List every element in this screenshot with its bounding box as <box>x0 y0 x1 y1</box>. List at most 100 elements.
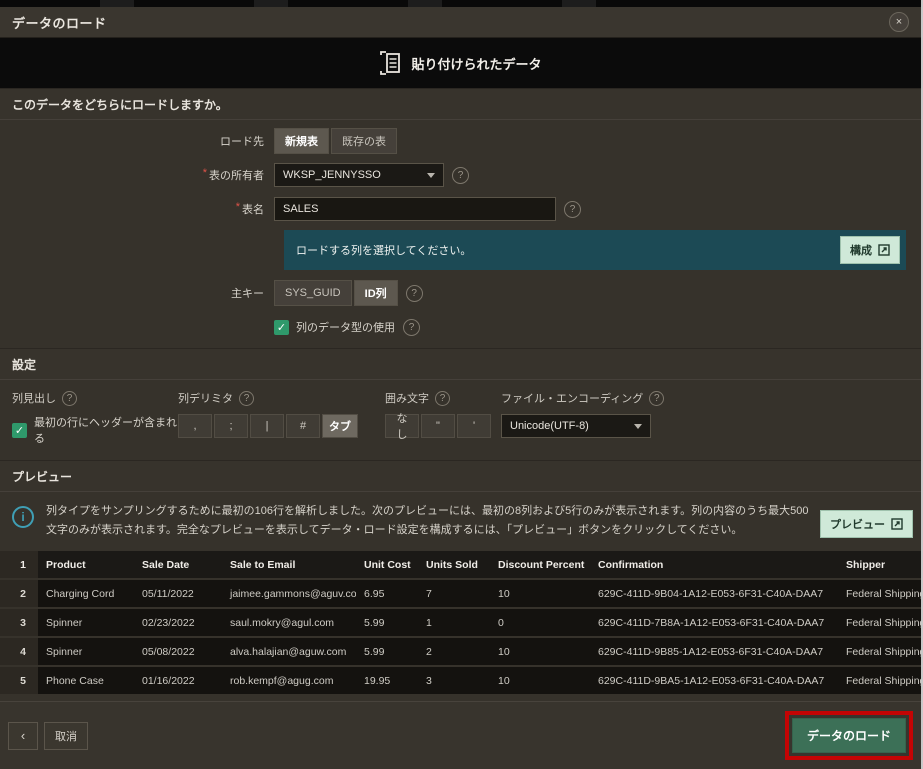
load-to-label: ロード先 <box>0 133 274 149</box>
enclosure-doublequote-button[interactable]: " <box>421 414 455 438</box>
encoding-value: Unicode(UTF-8) <box>510 420 589 432</box>
delimiter-help-icon[interactable]: ? <box>239 391 254 406</box>
pk-sys-guid-button[interactable]: SYS_GUID <box>274 280 352 306</box>
cell-unit-cost: 5.99 <box>356 646 418 658</box>
preview-info: i 列タイプをサンプリングするために最初の106行を解析しました。次のプレビュー… <box>0 492 921 549</box>
enclosure-help-icon[interactable]: ? <box>435 391 450 406</box>
encoding-help-icon[interactable]: ? <box>649 391 664 406</box>
preview-info-text: 列タイプをサンプリングするために最初の106行を解析しました。次のプレビューには… <box>46 502 818 539</box>
table-owner-label: *表の所有者 <box>0 167 274 183</box>
load-to-new-table-button[interactable]: 新規表 <box>274 128 329 154</box>
encoding-label: ファイル・エンコーディング ? <box>501 390 909 406</box>
col-header-units-sold: Units Sold <box>418 559 490 571</box>
enclosure-group: 囲み文字 ? なし " ' <box>385 390 485 438</box>
load-form: ロード先 新規表 既存の表 *表の所有者 WKSP_JENNYSSO ? *表名… <box>0 120 921 348</box>
col-header-unit-cost: Unit Cost <box>356 559 418 571</box>
encoding-select[interactable]: Unicode(UTF-8) <box>501 414 651 438</box>
col-header-confirmation: Confirmation <box>590 559 838 571</box>
configure-button[interactable]: 構成 <box>840 236 900 264</box>
cell-sale-date: 01/16/2022 <box>134 675 222 687</box>
load-to-existing-table-button[interactable]: 既存の表 <box>331 128 397 154</box>
settings-heading: 設定 <box>0 348 921 380</box>
dialog-title: データのロード <box>12 13 107 32</box>
delimiter-comma-button[interactable]: , <box>178 414 212 438</box>
cell-product: Spinner <box>38 617 134 629</box>
col-header-discount-percent: Discount Percent <box>490 559 590 571</box>
preview-button[interactable]: プレビュー <box>820 510 913 538</box>
preview-button-label: プレビュー <box>830 516 885 532</box>
table-name-row: *表名 ? <box>0 196 921 222</box>
delimiter-semicolon-button[interactable]: ; <box>214 414 248 438</box>
configure-label: 構成 <box>850 242 872 258</box>
delimiter-group: 列デリミタ ? , ; | # タブ <box>178 390 385 438</box>
cell-sale-date: 05/11/2022 <box>134 588 222 600</box>
row-number: 5 <box>0 667 38 694</box>
select-columns-text: ロードする列を選択してください。 <box>296 242 471 258</box>
table-row: 4 Spinner 05/08/2022 alva.halajian@aguw.… <box>0 638 921 665</box>
table-name-help-icon[interactable]: ? <box>564 201 581 218</box>
cell-units-sold: 7 <box>418 588 490 600</box>
back-button[interactable]: ‹ <box>8 722 38 750</box>
first-row-header-row: ✓ 最初の行にヘッダーが含まれる <box>12 414 178 446</box>
delimiter-hash-button[interactable]: # <box>286 414 320 438</box>
table-row: 5 Phone Case 01/16/2022 rob.kempf@agug.c… <box>0 667 921 694</box>
cell-product: Phone Case <box>38 675 134 687</box>
cell-sale-to-email: alva.halajian@aguw.com <box>222 646 356 658</box>
cell-product: Charging Cord <box>38 588 134 600</box>
row-number: 3 <box>0 609 38 636</box>
cell-sale-date: 02/23/2022 <box>134 617 222 629</box>
table-name-input[interactable] <box>274 197 556 221</box>
paste-clipboard-icon <box>379 50 401 76</box>
use-datatypes-checkbox[interactable]: ✓ <box>274 320 289 335</box>
page-edge-mark <box>100 0 134 7</box>
first-row-header-label: 最初の行にヘッダーが含まれる <box>34 414 178 446</box>
page-edge-mark <box>562 0 596 7</box>
primary-key-row: 主キー SYS_GUID ID列 ? <box>0 280 921 306</box>
table-owner-help-icon[interactable]: ? <box>452 167 469 184</box>
cell-discount-percent: 10 <box>490 646 590 658</box>
preview-table: 1 Product Sale Date Sale to Email Unit C… <box>0 549 921 696</box>
red-highlight-annotation: データのロード <box>785 711 913 760</box>
table-owner-value: WKSP_JENNYSSO <box>283 169 381 181</box>
cell-shipper: Federal Shipping <box>838 588 923 600</box>
cell-product: Spinner <box>38 646 134 658</box>
column-headings-group: 列見出し ? ✓ 最初の行にヘッダーが含まれる <box>12 390 178 446</box>
load-to-row: ロード先 新規表 既存の表 <box>0 128 921 154</box>
settings-controls: 列見出し ? ✓ 最初の行にヘッダーが含まれる 列デリミタ ? , ; | # … <box>0 380 921 460</box>
cell-confirmation: 629C-411D-9B04-1A12-E053-6F31-C40A-DAA7 <box>590 588 838 600</box>
cancel-button[interactable]: 取消 <box>44 722 88 750</box>
page-edge-mark <box>408 0 442 7</box>
column-headings-label: 列見出し ? <box>12 390 178 406</box>
table-owner-select[interactable]: WKSP_JENNYSSO <box>274 163 444 187</box>
delimiter-label: 列デリミタ ? <box>178 390 385 406</box>
column-headings-help-icon[interactable]: ? <box>62 391 77 406</box>
cell-sale-to-email: rob.kempf@agug.com <box>222 675 356 687</box>
row-number: 2 <box>0 580 38 607</box>
load-data-button[interactable]: データのロード <box>792 718 906 753</box>
delimiter-pipe-button[interactable]: | <box>250 414 284 438</box>
use-datatypes-help-icon[interactable]: ? <box>403 319 420 336</box>
primary-key-label: 主キー <box>0 285 274 301</box>
cell-shipper: Federal Shipping <box>838 675 923 687</box>
delimiter-toggle: , ; | # タブ <box>178 414 385 438</box>
preview-heading: プレビュー <box>0 460 921 492</box>
first-row-header-checkbox[interactable]: ✓ <box>12 423 27 438</box>
cell-units-sold: 3 <box>418 675 490 687</box>
chevron-down-icon <box>634 424 642 429</box>
pasted-data-label: 貼り付けられたデータ <box>411 54 541 73</box>
enclosure-none-button[interactable]: なし <box>385 414 419 438</box>
delimiter-tab-button[interactable]: タブ <box>322 414 358 438</box>
page-edge-mark <box>254 0 288 7</box>
enclosure-label: 囲み文字 ? <box>385 390 485 406</box>
primary-key-help-icon[interactable]: ? <box>406 285 423 302</box>
close-icon[interactable]: × <box>889 12 909 32</box>
info-icon: i <box>12 506 34 528</box>
primary-key-toggle: SYS_GUID ID列 <box>274 280 398 306</box>
pk-id-column-button[interactable]: ID列 <box>354 280 398 306</box>
cell-units-sold: 1 <box>418 617 490 629</box>
cell-unit-cost: 6.95 <box>356 588 418 600</box>
pasted-data-banner: 貼り付けられたデータ <box>0 38 921 88</box>
row-number: 1 <box>0 551 38 578</box>
dialog-header: データのロード × <box>0 7 921 38</box>
dialog-footer: ‹ 取消 データのロード <box>0 701 921 769</box>
